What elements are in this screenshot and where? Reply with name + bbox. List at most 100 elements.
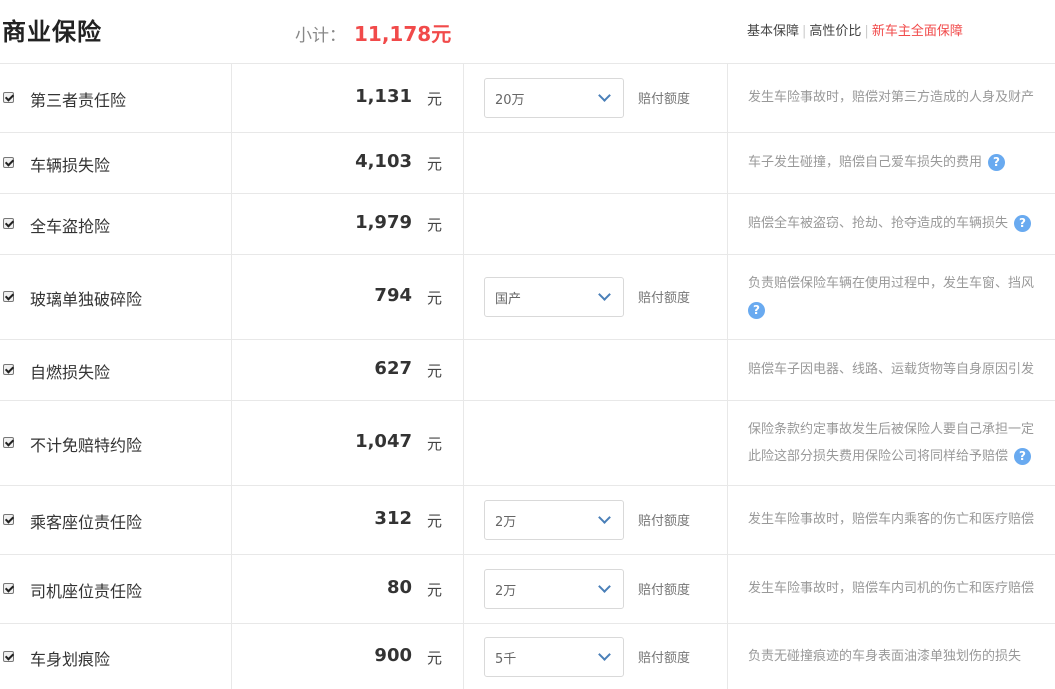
insurance-description: 发生车险事故时，赔偿对第三方造成的人身及财产 bbox=[748, 84, 1055, 111]
column-divider bbox=[463, 555, 464, 623]
insurance-price: 1,979 bbox=[355, 212, 412, 233]
insurance-price: 312 bbox=[374, 508, 412, 529]
coverage-label: 赔付额度 bbox=[638, 651, 691, 666]
coverage-label: 赔付额度 bbox=[638, 514, 691, 529]
column-divider bbox=[727, 64, 728, 132]
insurance-price: 1,047 bbox=[355, 431, 412, 452]
insurance-description: 赔偿全车被盗窃、抢劫、抢夺造成的车辆损失? bbox=[748, 210, 1055, 237]
coverage-select[interactable]: 5千 bbox=[484, 637, 624, 677]
plan-value[interactable]: 高性价比 bbox=[809, 24, 861, 39]
coverage-select[interactable]: 国产 bbox=[484, 277, 624, 317]
help-icon[interactable]: ? bbox=[1014, 448, 1032, 465]
price-unit: 元 bbox=[427, 649, 443, 667]
insurance-row: 司机座位责任险 80 元 2万 赔付额度 发生车险事故时，赔偿车内司机的伤亡和医疗赔偿 bbox=[0, 554, 1055, 623]
price-unit: 元 bbox=[427, 512, 443, 530]
header: 商业保险 小计： 11,178元 基本保障 | 高性价比 | 新车主全面保障 bbox=[0, 0, 1055, 63]
subtotal: 小计： 11,178元 bbox=[295, 18, 451, 47]
coverage-value: 2万 bbox=[495, 584, 517, 599]
insurance-row: 自燃损失险 627 元 赔偿车子因电器、线路、运载货物等自身原因引发 bbox=[0, 339, 1055, 400]
chevron-down-icon bbox=[599, 92, 609, 102]
coverage-value: 国产 bbox=[495, 292, 522, 307]
chevron-down-icon bbox=[599, 291, 609, 301]
insurance-checkbox[interactable] bbox=[3, 651, 14, 662]
insurance-price: 794 bbox=[374, 285, 412, 306]
column-divider bbox=[463, 133, 464, 193]
help-icon[interactable]: ? bbox=[748, 302, 765, 319]
insurance-checkbox[interactable] bbox=[3, 583, 14, 594]
column-divider bbox=[231, 194, 232, 254]
column-divider bbox=[463, 64, 464, 132]
column-divider bbox=[463, 401, 464, 485]
column-divider bbox=[727, 340, 728, 400]
coverage-select[interactable]: 2万 bbox=[484, 569, 624, 609]
column-divider bbox=[727, 133, 728, 193]
column-divider bbox=[463, 340, 464, 400]
insurance-checkbox[interactable] bbox=[3, 514, 14, 525]
price-unit: 元 bbox=[427, 216, 443, 234]
insurance-description: 车子发生碰撞，赔偿自己爱车损失的费用? bbox=[748, 149, 1055, 176]
description-line: 赔偿全车被盗窃、抢劫、抢夺造成的车辆损失 bbox=[748, 216, 1009, 231]
coverage-select[interactable]: 20万 bbox=[484, 78, 624, 118]
insurance-row: 车辆损失险 4,103 元 车子发生碰撞，赔偿自己爱车损失的费用? bbox=[0, 132, 1055, 193]
plan-basic[interactable]: 基本保障 bbox=[747, 24, 799, 39]
insurance-description: 赔偿车子因电器、线路、运载货物等自身原因引发 bbox=[748, 356, 1055, 383]
coverage-label: 赔付额度 bbox=[638, 92, 691, 107]
column-divider bbox=[727, 401, 728, 485]
coverage-value: 5千 bbox=[495, 652, 517, 667]
description-line: 负责赔偿保险车辆在使用过程中，发生车窗、挡风 bbox=[748, 276, 1035, 291]
insurance-row: 不计免赔特约险 1,047 元 保险条款约定事故发生后被保险人要自己承担一定 此险这部分… bbox=[0, 400, 1055, 485]
column-divider bbox=[463, 194, 464, 254]
column-divider bbox=[727, 624, 728, 689]
column-divider bbox=[231, 486, 232, 554]
insurance-description: 保险条款约定事故发生后被保险人要自己承担一定 此险这部分损失费用保险公司将同样给予… bbox=[748, 416, 1055, 470]
insurance-name: 玻璃单独破碎险 bbox=[30, 290, 143, 309]
subtotal-unit: 元 bbox=[431, 22, 452, 46]
chevron-down-icon bbox=[599, 651, 609, 661]
column-divider bbox=[231, 555, 232, 623]
page-title: 商业保险 bbox=[2, 18, 102, 46]
insurance-checkbox[interactable] bbox=[3, 157, 14, 168]
column-divider bbox=[727, 486, 728, 554]
chevron-down-icon bbox=[599, 514, 609, 524]
insurance-price: 900 bbox=[374, 645, 412, 666]
coverage-label: 赔付额度 bbox=[638, 583, 691, 598]
column-divider bbox=[231, 133, 232, 193]
column-divider bbox=[727, 194, 728, 254]
help-icon[interactable]: ? bbox=[988, 154, 1006, 171]
description-line: 发生车险事故时，赔偿对第三方造成的人身及财产 bbox=[748, 90, 1035, 105]
help-icon[interactable]: ? bbox=[1014, 215, 1032, 232]
column-divider bbox=[231, 624, 232, 689]
plan-divider: | bbox=[864, 24, 869, 39]
price-unit: 元 bbox=[427, 90, 443, 108]
description-line: 负责无碰撞痕迹的车身表面油漆单独划伤的损失 bbox=[748, 649, 1022, 664]
insurance-name: 车身划痕险 bbox=[30, 650, 111, 669]
plan-new-owner[interactable]: 新车主全面保障 bbox=[872, 24, 963, 39]
coverage-select[interactable]: 2万 bbox=[484, 500, 624, 540]
insurance-checkbox[interactable] bbox=[3, 364, 14, 375]
insurance-checkbox[interactable] bbox=[3, 437, 14, 448]
description-line: 发生车险事故时，赔偿车内司机的伤亡和医疗赔偿 bbox=[748, 581, 1035, 596]
insurance-row: 全车盗抢险 1,979 元 赔偿全车被盗窃、抢劫、抢夺造成的车辆损失? bbox=[0, 193, 1055, 254]
column-divider bbox=[727, 255, 728, 339]
insurance-checkbox[interactable] bbox=[3, 218, 14, 229]
insurance-description: 负责赔偿保险车辆在使用过程中，发生车窗、挡风? bbox=[748, 270, 1055, 324]
description-line: 赔偿车子因电器、线路、运载货物等自身原因引发 bbox=[748, 362, 1035, 377]
insurance-row: 第三者责任险 1,131 元 20万 赔付额度 发生车险事故时，赔偿对第三方造成的人身… bbox=[0, 63, 1055, 132]
insurance-name: 不计免赔特约险 bbox=[30, 436, 143, 455]
column-divider bbox=[231, 401, 232, 485]
insurance-name: 第三者责任险 bbox=[30, 91, 127, 110]
coverage-value: 2万 bbox=[495, 515, 517, 530]
column-divider bbox=[231, 64, 232, 132]
insurance-row: 乘客座位责任险 312 元 2万 赔付额度 发生车险事故时，赔偿车内乘客的伤亡和医疗赔… bbox=[0, 485, 1055, 554]
subtotal-value: 11,178 bbox=[354, 22, 432, 46]
insurance-checkbox[interactable] bbox=[3, 291, 14, 302]
plan-divider: | bbox=[802, 24, 807, 39]
description-line: 此险这部分损失费用保险公司将同样给予赔偿 bbox=[748, 449, 1009, 464]
column-divider bbox=[463, 624, 464, 689]
insurance-checkbox[interactable] bbox=[3, 92, 14, 103]
price-unit: 元 bbox=[427, 362, 443, 380]
column-divider bbox=[463, 255, 464, 339]
subtotal-label: 小计： bbox=[295, 26, 346, 46]
insurance-row: 玻璃单独破碎险 794 元 国产 赔付额度 负责赔偿保险车辆在使用过程中，发生车窗、挡… bbox=[0, 254, 1055, 339]
coverage-value: 20万 bbox=[495, 93, 525, 108]
